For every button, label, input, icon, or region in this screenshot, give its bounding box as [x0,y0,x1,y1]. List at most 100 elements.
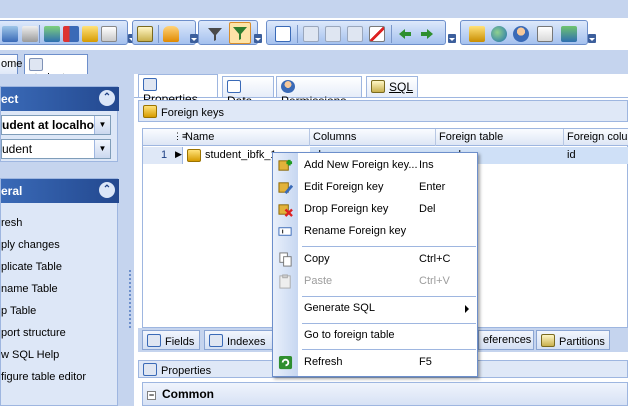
menu-item-add-foreign-key[interactable]: Add New Foreign key... Ins [273,155,477,177]
tab-home[interactable]: ome [0,54,22,74]
menu-shortcut: Ins [419,159,434,171]
users-icon[interactable] [513,26,529,42]
action-export-structure[interactable]: port structure [1,327,66,339]
properties-icon [143,363,157,376]
toolbar-dropdown-grip-2[interactable] [190,34,198,43]
table3-icon[interactable] [347,26,363,42]
tab-data[interactable]: Data [222,76,274,108]
menu-item-edit-foreign-key[interactable]: Edit Foreign key Enter [273,177,477,199]
main-toolbar [0,18,628,50]
menu-shortcut: F5 [419,356,432,368]
tab-references[interactable]: eferences [478,330,534,350]
chevron-down-icon[interactable]: ▼ [94,140,110,158]
hand-icon[interactable] [163,26,179,42]
cube-icon[interactable] [82,26,98,42]
common-section-title: Common [162,387,214,401]
refresh-icon [278,355,293,370]
filter-icon[interactable] [207,26,223,42]
collapse-chevron-icon[interactable]: ⌃ [99,182,115,198]
cell-foreign-column[interactable]: id [567,149,576,161]
tab-partitions[interactable]: Partitions [536,330,610,350]
tree-icon[interactable] [2,26,18,42]
tab-partitions-label: Partitions [559,336,605,348]
arrow-left-icon[interactable] [397,26,413,42]
menu-item-drop-foreign-key[interactable]: Drop Foreign key Del [273,199,477,221]
globe-icon[interactable] [491,26,507,42]
collapse-chevron-icon[interactable]: ⌃ [99,90,115,106]
server-icon[interactable] [561,26,577,42]
tab-fields[interactable]: Fields [142,330,200,350]
action-duplicate-table[interactable]: plicate Table [1,261,62,273]
toolbar-group-4 [266,20,446,45]
paste-icon [279,274,291,289]
cell-name[interactable]: student_ibfk_1 [205,149,277,161]
permissions-icon [281,80,295,93]
menu-shortcut: Enter [419,181,446,193]
menu-label: Drop Foreign key [304,203,389,215]
tab-student[interactable]: student [24,54,88,84]
notepad-icon[interactable] [137,26,153,42]
tab-sql[interactable]: SQL [366,76,418,97]
tab-references-label: eferences [483,334,532,346]
menu-item-rename-foreign-key[interactable]: Rename Foreign key [273,221,477,243]
action-apply-changes[interactable]: ply changes [1,239,60,251]
menu-label: Edit Foreign key [304,181,384,193]
general-panel-header[interactable]: eral ⌃ [1,179,119,203]
fields-icon [147,334,161,347]
object-panel-header[interactable]: ect ⌃ [1,87,119,111]
column-header-foreign-column[interactable]: Foreign colum [567,131,628,143]
menu-label: Add New Foreign key... [304,159,418,171]
submenu-arrow-icon [465,305,469,313]
menu-separator [302,323,476,324]
chevron-down-icon[interactable]: ▼ [94,116,110,134]
chart-icon[interactable] [63,26,79,42]
toolbar-dropdown-grip-3[interactable] [254,34,262,43]
delete-table-icon[interactable] [369,26,385,42]
layout-icon[interactable] [275,26,291,42]
package-icon[interactable] [469,26,485,42]
foreign-keys-header: Foreign keys [138,100,628,122]
printer-icon[interactable] [22,26,38,42]
table-combo[interactable]: udent ▼ [1,139,111,159]
tab-permissions[interactable]: Permissions [276,76,362,108]
menu-item-generate-sql[interactable]: Generate SQL [273,298,477,320]
mail-icon[interactable] [537,26,553,42]
column-header-columns[interactable]: Columns [313,131,356,143]
menu-item-paste[interactable]: Paste Ctrl+V [273,271,477,293]
action-refresh[interactable]: resh [1,217,22,229]
action-drop-table[interactable]: p Table [1,305,36,317]
panel-splitter[interactable] [126,74,134,406]
toolbar-dropdown-grip-4[interactable] [448,34,456,43]
column-header-foreign-table[interactable]: Foreign table [439,131,503,143]
left-panel: ect ⌃ udent at localhos ▼ udent ▼ eral ⌃… [0,74,126,406]
action-configure-table-editor[interactable]: figure table editor [1,371,86,383]
menu-separator [302,296,476,297]
common-section[interactable]: − Common [142,382,628,406]
sql-icon [371,80,385,93]
grid-header: ⋮≡ Name Columns Foreign table Foreign co… [143,129,628,146]
menu-item-refresh[interactable]: Refresh F5 [273,352,477,374]
rename-icon [278,227,292,236]
document-icon[interactable] [101,26,117,42]
tab-home-label: ome [1,58,23,70]
menu-item-go-to-foreign-table[interactable]: Go to foreign table [273,325,477,347]
menu-separator [302,349,476,350]
image-icon[interactable] [44,26,60,42]
toolbar-dropdown-grip-5[interactable] [588,34,596,43]
column-header-name[interactable]: Name [185,131,214,143]
action-rename-table[interactable]: name Table [1,283,58,295]
menu-item-copy[interactable]: Copy Ctrl+C [273,249,477,271]
table-icon[interactable] [303,26,319,42]
arrow-right-icon[interactable] [419,26,435,42]
tab-indexes[interactable]: Indexes [204,330,274,350]
collapse-icon[interactable]: − [147,391,156,400]
connection-combo[interactable]: udent at localhos ▼ [1,115,111,135]
tab-sql-label: SQL [389,80,414,94]
table-combo-value: udent [2,142,33,156]
menu-label: Paste [304,275,333,287]
document-tabs: ome student [0,50,628,84]
tab-properties[interactable]: Properties [138,74,218,106]
action-show-sql-help[interactable]: w SQL Help [1,349,59,361]
filter-active-button[interactable] [229,22,251,44]
table2-icon[interactable] [325,26,341,42]
